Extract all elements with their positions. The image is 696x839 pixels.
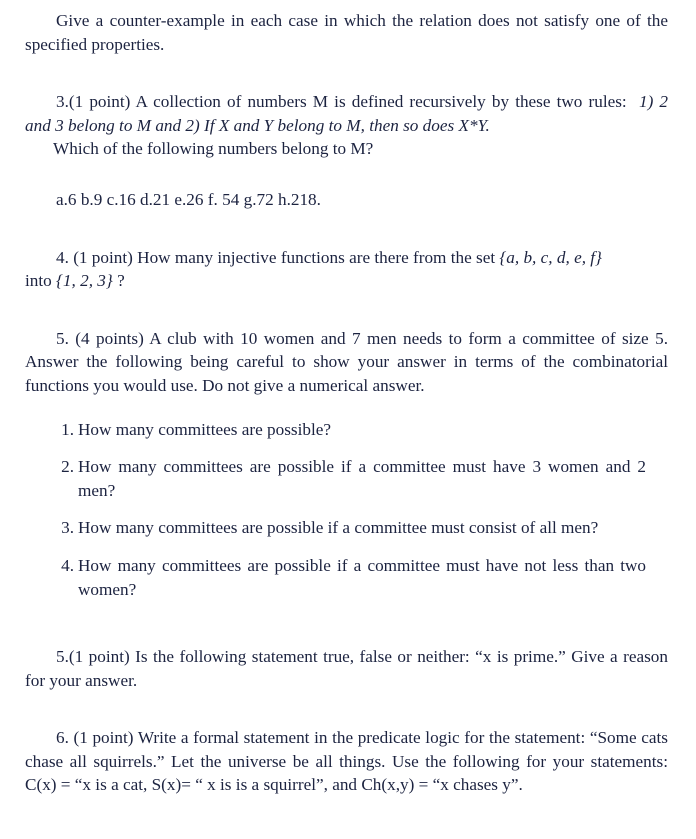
question-3-lead-text: 3.(1 point) A collection of numbers M is… xyxy=(56,92,627,112)
list-item: 2. How many committees are possible if a… xyxy=(25,455,646,502)
question-5-sublist-wrapper: 1. How many committees are possible? 2. … xyxy=(25,418,668,602)
spacer-before-q6 xyxy=(25,692,668,726)
list-item-number: 4. xyxy=(61,555,74,575)
question-4-domain-set: {a, b, c, d, e, f} xyxy=(499,247,602,267)
list-item: 3. How many committees are possible if a… xyxy=(25,516,646,540)
list-item-label: How many committees are possible if a co… xyxy=(78,457,646,500)
spacer-before-q4 xyxy=(25,212,668,246)
document-page: Give a counter-example in each case in w… xyxy=(0,0,696,839)
list-item: 1. How many committees are possible? xyxy=(25,418,646,442)
question-4-part1: 4. (1 point) How many injective function… xyxy=(56,247,500,267)
list-item-number: 3. xyxy=(61,518,74,538)
question-3-prompt: Which of the following numbers belong to… xyxy=(53,139,374,159)
list-item-number: 2. xyxy=(61,457,74,477)
question-5-sublist: 1. How many committees are possible? 2. … xyxy=(25,418,646,602)
spacer-before-q5 xyxy=(25,293,668,327)
list-item-label: How many committees are possible if a co… xyxy=(78,555,646,599)
spacer-after-intro xyxy=(25,56,668,90)
question-4-codomain-set: {1, 2, 3} xyxy=(56,271,113,291)
list-item-label: How many committees are possible if a co… xyxy=(78,518,599,538)
question-4-part2: into xyxy=(25,271,57,291)
question-4-part3: ? xyxy=(112,271,125,291)
intro-paragraph: Give a counter-example in each case in w… xyxy=(25,11,668,54)
list-item-label: How many committees are possible? xyxy=(78,419,331,439)
question-3-choices: a.6 b.9 c.16 d.21 e.26 f. 54 g.72 h.218. xyxy=(56,189,321,209)
question-3-lead-line: 3.(1 point) A collection of numbers M is… xyxy=(25,90,668,137)
list-item: 4. How many committees are possible if a… xyxy=(25,554,646,601)
question-4: 4. (1 point) How many injective function… xyxy=(25,246,668,293)
list-item-number: 1. xyxy=(61,419,74,439)
question-5-lead: 5. (4 points) A club with 10 women and 7… xyxy=(25,328,668,395)
question-6: 6. (1 point) Write a formal statement in… xyxy=(25,728,668,795)
spacer-before-list xyxy=(25,398,668,418)
spacer-before-q5b xyxy=(25,601,668,645)
top-spacer xyxy=(25,0,668,9)
question-5b: 5.(1 point) Is the following statement t… xyxy=(25,647,668,690)
spacer-before-choices xyxy=(25,161,668,188)
